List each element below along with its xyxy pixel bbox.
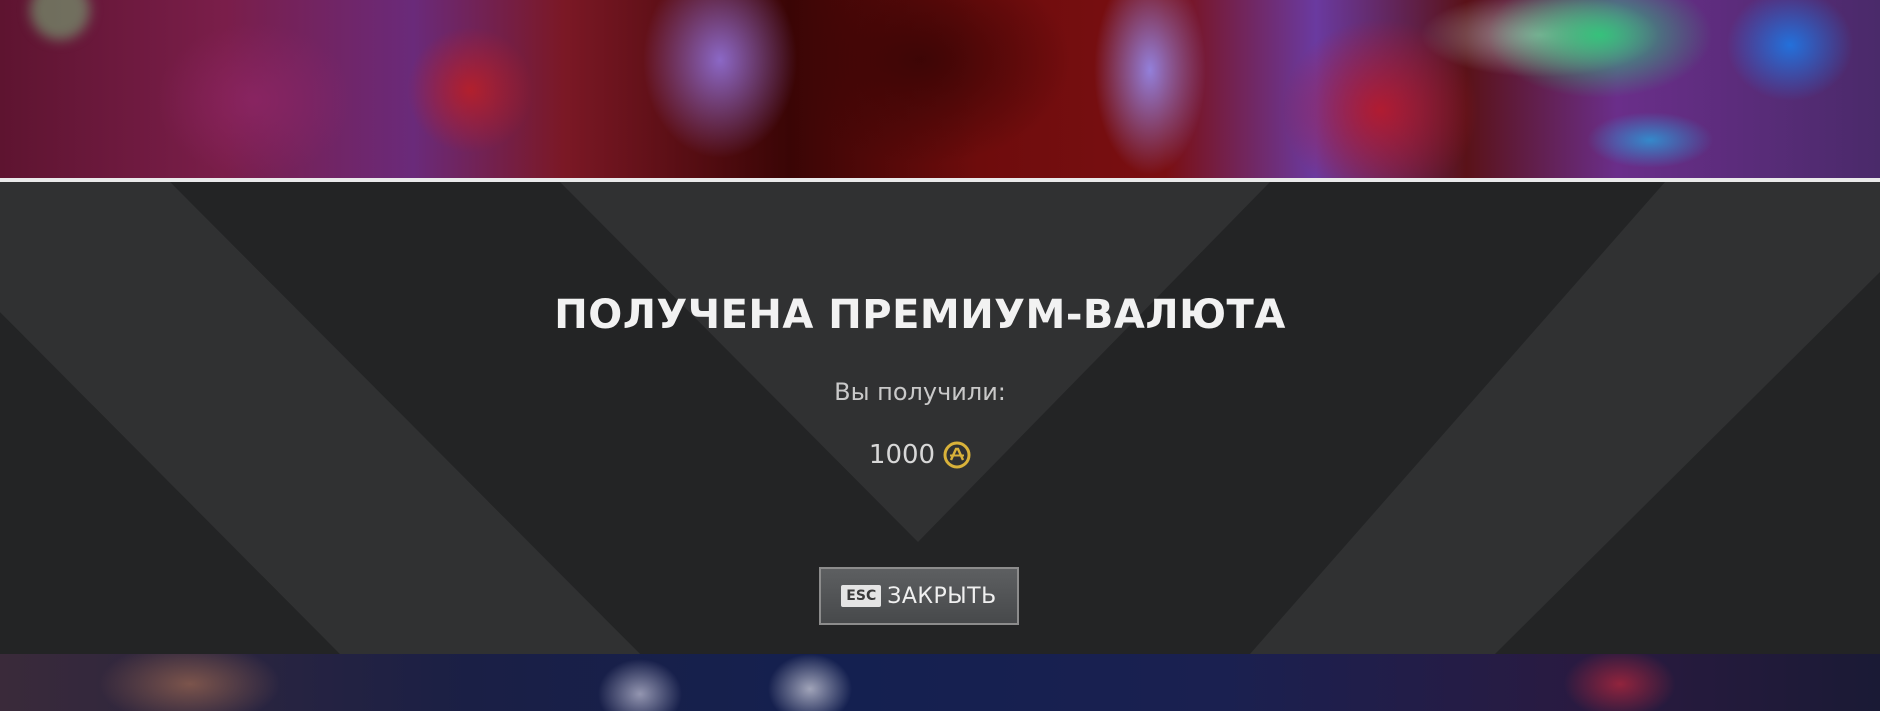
dialog-content: ПОЛУЧЕНА ПРЕМИУМ-ВАЛЮТА Вы получили: 100… bbox=[0, 182, 1880, 654]
dialog-title: ПОЛУЧЕНА ПРЕМИУМ-ВАЛЮТА bbox=[554, 292, 1286, 338]
esc-key-hint: ESC bbox=[841, 585, 882, 607]
close-button-label: ЗАКРЫТЬ bbox=[887, 583, 997, 609]
close-button[interactable]: ESC ЗАКРЫТЬ bbox=[819, 567, 1019, 625]
reward-row: 1000 bbox=[0, 440, 1840, 470]
game-screen: ПОЛУЧЕНА ПРЕМИУМ-ВАЛЮТА Вы получили: 100… bbox=[0, 0, 1880, 711]
blurred-background-bottom bbox=[0, 654, 1880, 711]
apex-coins-icon bbox=[943, 441, 971, 469]
reward-amount: 1000 bbox=[868, 440, 936, 470]
reward-dialog: ПОЛУЧЕНА ПРЕМИУМ-ВАЛЮТА Вы получили: 100… bbox=[0, 182, 1880, 654]
dialog-subtitle: Вы получили: bbox=[834, 378, 1006, 406]
blurred-background-top bbox=[0, 0, 1880, 180]
blurred-logo bbox=[30, 0, 90, 40]
